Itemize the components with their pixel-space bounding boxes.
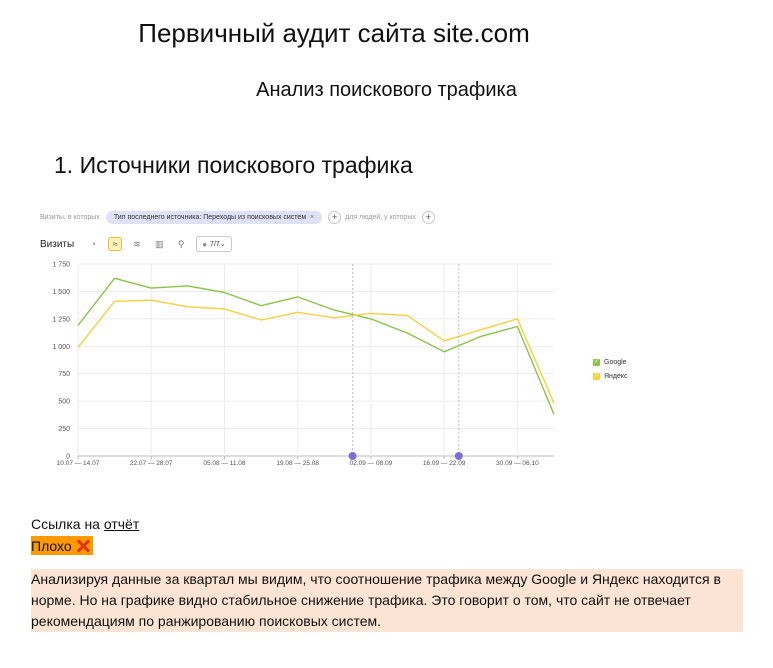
x-tick-label: 19.08 — 25.08 — [276, 460, 319, 467]
traffic-chart-panel: Визиты, в которых Тип последнего источни… — [32, 198, 632, 472]
x-tick-label: 10.07 — 14.07 — [57, 460, 100, 467]
conclusion-text: Анализируя данные за квартал мы видим, ч… — [31, 569, 743, 632]
document-title: Первичный аудит сайта site.com — [138, 18, 530, 48]
y-tick-label: 1 500 — [52, 289, 70, 296]
series-line-yandex — [77, 299, 555, 404]
document-subtitle: Анализ поискового трафика — [256, 79, 517, 101]
section-heading: 1. Источники поискового трафика — [54, 152, 413, 178]
report-link[interactable]: отчёт — [104, 516, 139, 532]
x-tick-label: 05.08 — 11.08 — [203, 460, 246, 467]
report-link-line: Ссылка на отчёт — [31, 516, 139, 532]
legend-check-icon: ✓ — [593, 372, 600, 380]
annotation-marker-icon — [454, 452, 463, 460]
y-tick-label: 500 — [58, 399, 70, 406]
legend-item-google[interactable]: ✓ Google — [593, 355, 628, 369]
y-tick-label: 750 — [58, 371, 70, 378]
y-tick-label: 250 — [58, 426, 70, 433]
legend-label: Google — [604, 358, 627, 366]
legend-item-yandex[interactable]: ✓ Яндекс — [593, 369, 628, 383]
x-tick-label: 02.09 — 08.09 — [350, 460, 393, 467]
verdict-badge: Плохо — [31, 536, 93, 555]
line-chart: 02505007501 0001 2501 5001 75010.07 — 14… — [52, 262, 555, 467]
annotation-marker-icon — [348, 452, 357, 460]
y-tick-label: 1 750 — [52, 262, 70, 269]
y-tick-label: 1 000 — [52, 344, 70, 351]
cross-mark-icon — [75, 538, 91, 554]
verdict-label: Плохо — [31, 537, 72, 554]
x-tick-label: 16.09 — 22.09 — [423, 460, 466, 467]
chart-legend: ✓ Google ✓ Яндекс — [593, 355, 628, 383]
report-link-prefix: Ссылка на — [31, 516, 104, 532]
legend-check-icon: ✓ — [593, 358, 600, 366]
x-tick-label: 22.07 — 28.07 — [130, 460, 173, 467]
legend-label: Яндекс — [604, 372, 628, 380]
y-tick-label: 1 250 — [52, 316, 70, 323]
x-tick-label: 30.09 — 06.10 — [496, 460, 539, 467]
